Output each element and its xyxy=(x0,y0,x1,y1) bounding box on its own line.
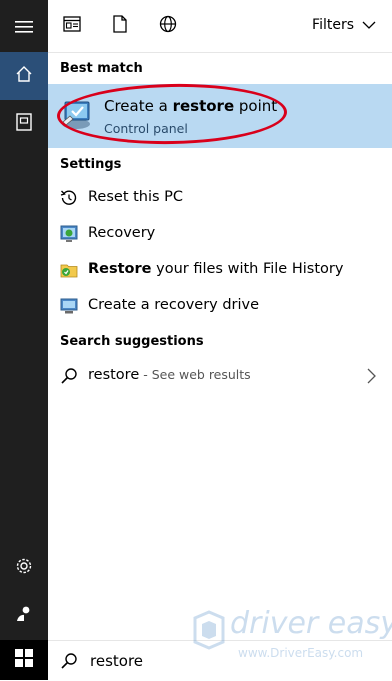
suggestion-query: restore xyxy=(88,367,140,383)
label-rest: your files with File History xyxy=(151,261,344,277)
suggestion-hint: - See web results xyxy=(139,367,251,382)
search-input[interactable] xyxy=(88,651,292,671)
reset-icon xyxy=(60,189,78,207)
chevron-right-icon xyxy=(367,368,376,388)
result-label: Reset this PC xyxy=(88,189,184,205)
home-button[interactable] xyxy=(0,52,48,100)
result-recovery[interactable]: Recovery xyxy=(48,216,392,252)
documents-button[interactable] xyxy=(0,100,48,148)
result-label: Create a recovery drive xyxy=(88,297,260,313)
search-icon xyxy=(60,652,78,674)
home-icon xyxy=(15,65,33,87)
suggestion-text: restore - See web results xyxy=(88,367,251,383)
search-toolbar: Filters xyxy=(48,0,392,53)
gear-icon xyxy=(15,557,33,579)
result-label: Recovery xyxy=(88,225,156,241)
windows-logo-icon xyxy=(15,649,33,671)
best-match-header: Best match xyxy=(60,61,143,76)
filters-dropdown[interactable]: Filters xyxy=(312,17,376,33)
search-box[interactable] xyxy=(48,640,392,681)
file-history-icon xyxy=(60,261,78,279)
search-icon xyxy=(60,367,78,389)
document-icon xyxy=(113,15,127,37)
globe-icon xyxy=(159,15,177,37)
result-label: Restore your files with File History xyxy=(88,261,343,277)
user-button[interactable] xyxy=(0,592,48,640)
settings-button[interactable] xyxy=(0,544,48,592)
left-rail xyxy=(0,0,48,680)
web-filter-button[interactable] xyxy=(158,15,178,37)
web-suggestion[interactable]: restore - See web results xyxy=(48,358,392,394)
result-recovery-drive[interactable]: Create a recovery drive xyxy=(48,288,392,324)
recovery-drive-icon xyxy=(60,297,78,315)
chevron-down-icon xyxy=(362,17,376,33)
app-window-icon xyxy=(63,16,81,36)
settings-header: Settings xyxy=(60,157,122,172)
label-bold: Restore xyxy=(88,261,152,277)
notebook-icon xyxy=(16,113,32,135)
documents-filter-button[interactable] xyxy=(110,15,130,37)
apps-filter-button[interactable] xyxy=(62,16,82,36)
result-reset-pc[interactable]: Reset this PC xyxy=(48,180,392,216)
start-button[interactable] xyxy=(0,640,48,680)
search-suggestions-header: Search suggestions xyxy=(60,334,204,349)
user-icon xyxy=(15,605,33,627)
filters-label: Filters xyxy=(312,17,354,33)
menu-button[interactable] xyxy=(0,4,48,52)
result-file-history[interactable]: Restore your files with File History xyxy=(48,252,392,288)
recovery-icon xyxy=(60,225,78,243)
hamburger-icon xyxy=(15,19,33,38)
